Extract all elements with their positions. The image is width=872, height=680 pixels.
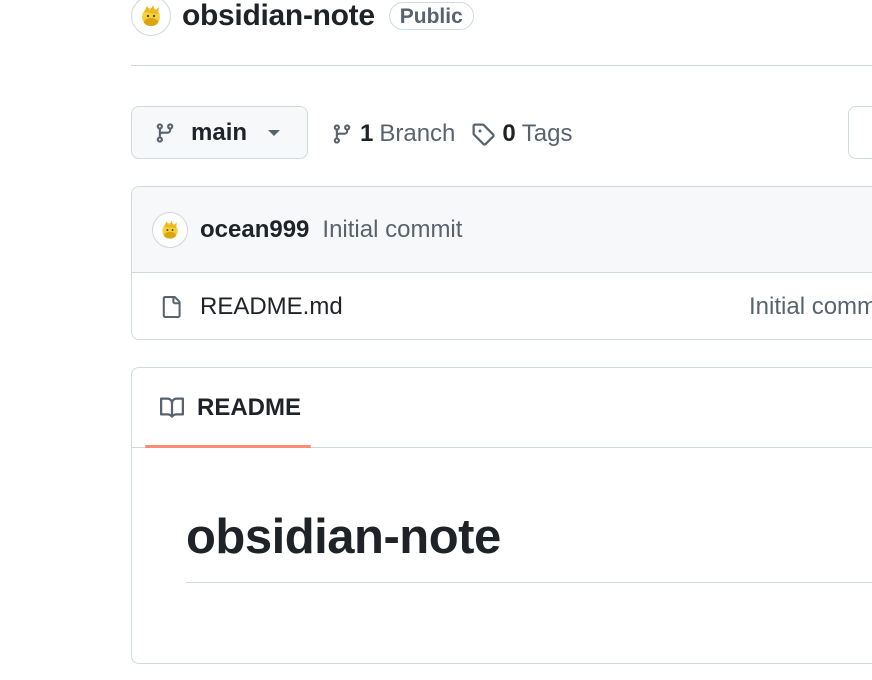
file-commit-message[interactable]: Initial comm <box>749 293 872 321</box>
file-icon <box>160 294 182 320</box>
header-divider <box>131 65 872 66</box>
commit-message[interactable]: Initial commit <box>322 216 462 244</box>
owner-avatar[interactable] <box>131 0 171 36</box>
repo-header: obsidian-note Public <box>131 0 474 36</box>
readme-tab-bar: README <box>132 368 872 448</box>
heading-rule <box>186 582 872 583</box>
commit-author-avatar[interactable] <box>152 211 188 248</box>
commit-author[interactable]: ocean999 <box>200 216 309 244</box>
readme-heading: obsidian-note <box>186 510 501 564</box>
tag-count: 0 <box>502 120 516 147</box>
branch-selector-button[interactable]: main <box>131 106 308 159</box>
readme-tab-label: README <box>197 393 302 421</box>
file-row[interactable]: README.md Initial comm <box>132 273 872 339</box>
tag-count-label: Tags <box>521 120 573 147</box>
branch-count-label: Branch <box>379 120 456 147</box>
tab-readme[interactable]: README <box>145 368 311 447</box>
readme-panel: README obsidian-note <box>131 367 872 664</box>
branches-link[interactable]: 1 Branch <box>331 120 455 148</box>
ref-links: 1 Branch 0 Tags <box>331 116 572 152</box>
repo-page: obsidian-note Public main 1 Branch 0 Tag… <box>0 0 872 680</box>
visibility-badge: Public <box>388 2 474 30</box>
file-name[interactable]: README.md <box>200 293 343 321</box>
active-tab-underline <box>145 445 311 448</box>
branch-name: main <box>191 118 248 146</box>
latest-commit-row: ocean999 Initial commit <box>132 187 872 273</box>
tag-icon <box>471 122 496 146</box>
avatar-image <box>142 5 160 26</box>
book-icon <box>159 396 185 420</box>
tags-link[interactable]: 0 Tags <box>471 120 572 148</box>
caret-down-icon <box>267 129 281 137</box>
git-branch-icon <box>331 122 353 146</box>
file-listing: ocean999 Initial commit README.md Initia… <box>131 186 872 340</box>
branch-count: 1 <box>360 120 374 147</box>
git-branch-icon <box>154 121 176 145</box>
go-to-file-button[interactable] <box>848 106 872 159</box>
avatar-image <box>162 220 178 239</box>
repo-name[interactable]: obsidian-note <box>182 0 375 33</box>
